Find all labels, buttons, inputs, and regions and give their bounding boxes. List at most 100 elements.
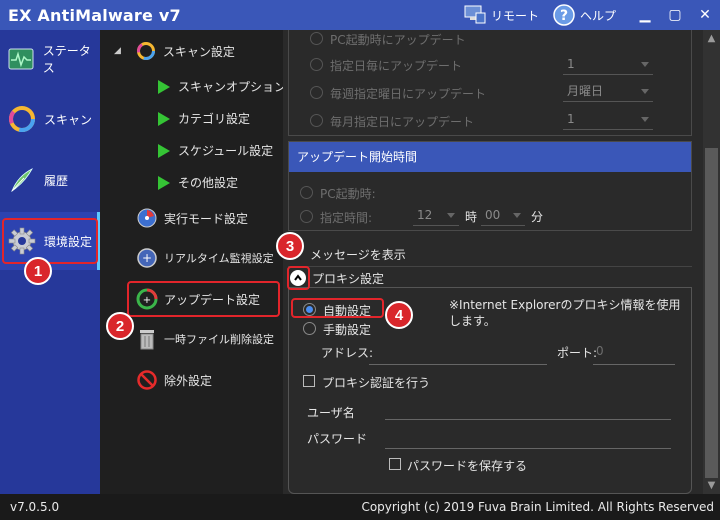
tree-label-realtime: リアルタイム監視設定 xyxy=(164,252,274,265)
app-title: EX AntiMalware v7 xyxy=(8,5,181,25)
radio-weekly[interactable] xyxy=(310,86,323,99)
monthly-select[interactable]: 1 xyxy=(563,108,653,130)
scroll-thumb[interactable] xyxy=(705,148,718,478)
settings-tree: ◢ スキャン設定 スキャンオプション カテゴリ設定 スケジュール設定 その他設定… xyxy=(100,30,286,494)
show-message-label[interactable]: メッセージを表示 xyxy=(310,246,406,263)
tree-item-exclusion[interactable]: 除外設定 xyxy=(136,369,212,391)
port-label: ポート: xyxy=(557,346,598,360)
highlight-box-update xyxy=(127,281,280,317)
tree-label-exclusion: 除外設定 xyxy=(164,373,213,388)
minute-select[interactable]: 00 xyxy=(481,204,525,226)
radio-every-n-days[interactable] xyxy=(310,58,323,71)
close-button[interactable]: ✕ xyxy=(690,0,720,30)
vertical-scrollbar[interactable]: ▲ ▼ xyxy=(703,30,720,494)
every-n-days-select[interactable]: 1 xyxy=(563,53,653,75)
scroll-up-icon[interactable]: ▲ xyxy=(703,33,720,44)
nav-label-history: 履歴 xyxy=(44,173,69,188)
chevron-down-icon xyxy=(513,213,521,218)
status-bar: v7.0.5.0 Copyright (c) 2019 Fuva Brain L… xyxy=(0,494,720,520)
tree-label-schedule: スケジュール設定 xyxy=(178,144,274,158)
highlight-box-auto xyxy=(291,298,384,318)
tree-item-schedule[interactable]: スケジュール設定 xyxy=(158,142,273,159)
address-input[interactable] xyxy=(369,364,547,365)
radio-on-pc-start[interactable] xyxy=(300,186,313,199)
radio-proxy-manual[interactable] xyxy=(303,322,316,335)
chevron-down-icon xyxy=(641,89,649,94)
tree-label-exec-mode: 実行モード設定 xyxy=(164,211,249,226)
status-icon xyxy=(8,45,35,73)
every-n-days-label: 指定日毎にアップデート xyxy=(330,59,463,73)
user-input[interactable] xyxy=(385,419,671,420)
hour-value: 12 xyxy=(417,208,433,222)
start-time-header: アップデート開始時間 xyxy=(289,142,691,172)
highlight-box-settings xyxy=(2,218,98,264)
password-input[interactable] xyxy=(385,448,671,449)
minimize-icon: ▁ xyxy=(639,7,651,23)
nav-item-status[interactable]: ステータス xyxy=(0,30,100,88)
radio-monthly[interactable] xyxy=(310,114,323,127)
tree-item-scan-settings[interactable]: ◢ スキャン設定 xyxy=(114,40,235,62)
scan-settings-icon xyxy=(135,40,157,62)
nav-label-scan: スキャン xyxy=(44,112,93,127)
address-label: アドレス: xyxy=(321,346,374,360)
trash-icon xyxy=(136,328,158,350)
weekly-label: 毎週指定曜日にアップデート xyxy=(330,87,487,101)
tree-label-scan-options: スキャンオプション xyxy=(178,80,287,94)
collapse-icon[interactable]: ◢ xyxy=(114,46,121,56)
maximize-button[interactable]: ▢ xyxy=(660,0,690,30)
remote-label: リモート xyxy=(490,8,539,23)
port-input[interactable]: 0 xyxy=(596,344,604,358)
divider xyxy=(288,266,692,267)
chevron-down-icon xyxy=(641,117,649,122)
highlight-box-toggle xyxy=(287,266,310,290)
hour-unit: 時 xyxy=(465,210,478,224)
monthly-value: 1 xyxy=(567,112,575,126)
callout-badge-2: 2 xyxy=(106,312,134,340)
port-underline xyxy=(593,364,675,365)
minute-value: 00 xyxy=(485,208,501,222)
callout-badge-3: 3 xyxy=(276,232,304,260)
scan-icon xyxy=(8,105,36,133)
hour-select[interactable]: 12 xyxy=(413,204,459,226)
arrow-icon xyxy=(158,79,170,94)
scroll-down-icon[interactable]: ▼ xyxy=(703,480,720,491)
svg-text:+: + xyxy=(142,251,152,265)
proxy-group: 自動設定 手動設定 ※Internet Explorerのプロキシ情報を使用しま… xyxy=(288,287,692,494)
weekly-select[interactable]: 月曜日 xyxy=(563,80,653,102)
pc-start-update-label: PC起動時にアップデート xyxy=(330,33,466,47)
radio-pc-start-update[interactable] xyxy=(310,32,323,45)
proxy-auth-checkbox[interactable] xyxy=(303,375,315,387)
help-button[interactable]: ? ヘルプ xyxy=(553,4,616,26)
tree-item-temp-delete[interactable]: 一時ファイル削除設定 xyxy=(136,328,274,350)
realtime-icon: + xyxy=(136,247,158,269)
tree-item-other[interactable]: その他設定 xyxy=(158,174,238,191)
save-password-checkbox[interactable] xyxy=(389,458,401,470)
callout-badge-1: 1 xyxy=(24,257,52,285)
exec-mode-icon xyxy=(136,207,158,229)
tree-item-realtime[interactable]: + リアルタイム監視設定 xyxy=(136,247,274,269)
proxy-note: ※Internet Explorerのプロキシ情報を使用します。 xyxy=(449,298,681,328)
monthly-label: 毎月指定日にアップデート xyxy=(330,115,475,129)
history-icon xyxy=(8,166,36,194)
minute-unit: 分 xyxy=(531,210,544,224)
help-label: ヘルプ xyxy=(579,8,616,23)
tree-item-scan-options[interactable]: スキャンオプション xyxy=(158,78,286,95)
save-password-label: パスワードを保存する xyxy=(407,459,528,473)
minimize-button[interactable]: ▁ xyxy=(630,0,660,30)
tree-item-category[interactable]: カテゴリ設定 xyxy=(158,110,250,127)
radio-specified-time[interactable] xyxy=(300,210,313,223)
nav-item-scan[interactable]: スキャン xyxy=(0,90,100,148)
nav-item-history[interactable]: 履歴 xyxy=(0,151,100,209)
tree-label-temp-delete: 一時ファイル削除設定 xyxy=(164,333,274,346)
tree-item-exec-mode[interactable]: 実行モード設定 xyxy=(136,207,248,229)
weekly-value: 月曜日 xyxy=(567,84,604,98)
remote-button[interactable]: リモート xyxy=(464,5,539,25)
proxy-manual-label: 手動設定 xyxy=(323,323,372,337)
settings-panel: PC起動時にアップデート 指定日毎にアップデート 1 毎週指定曜日にアップデート… xyxy=(283,30,703,494)
proxy-header: プロキシ設定 xyxy=(312,272,385,286)
version-label: v7.0.5.0 xyxy=(10,500,60,514)
every-n-days-value: 1 xyxy=(567,57,575,71)
password-label: パスワード xyxy=(307,432,368,446)
copyright-label: Copyright (c) 2019 Fuva Brain Limited. A… xyxy=(361,500,714,514)
remote-icon xyxy=(464,5,486,24)
